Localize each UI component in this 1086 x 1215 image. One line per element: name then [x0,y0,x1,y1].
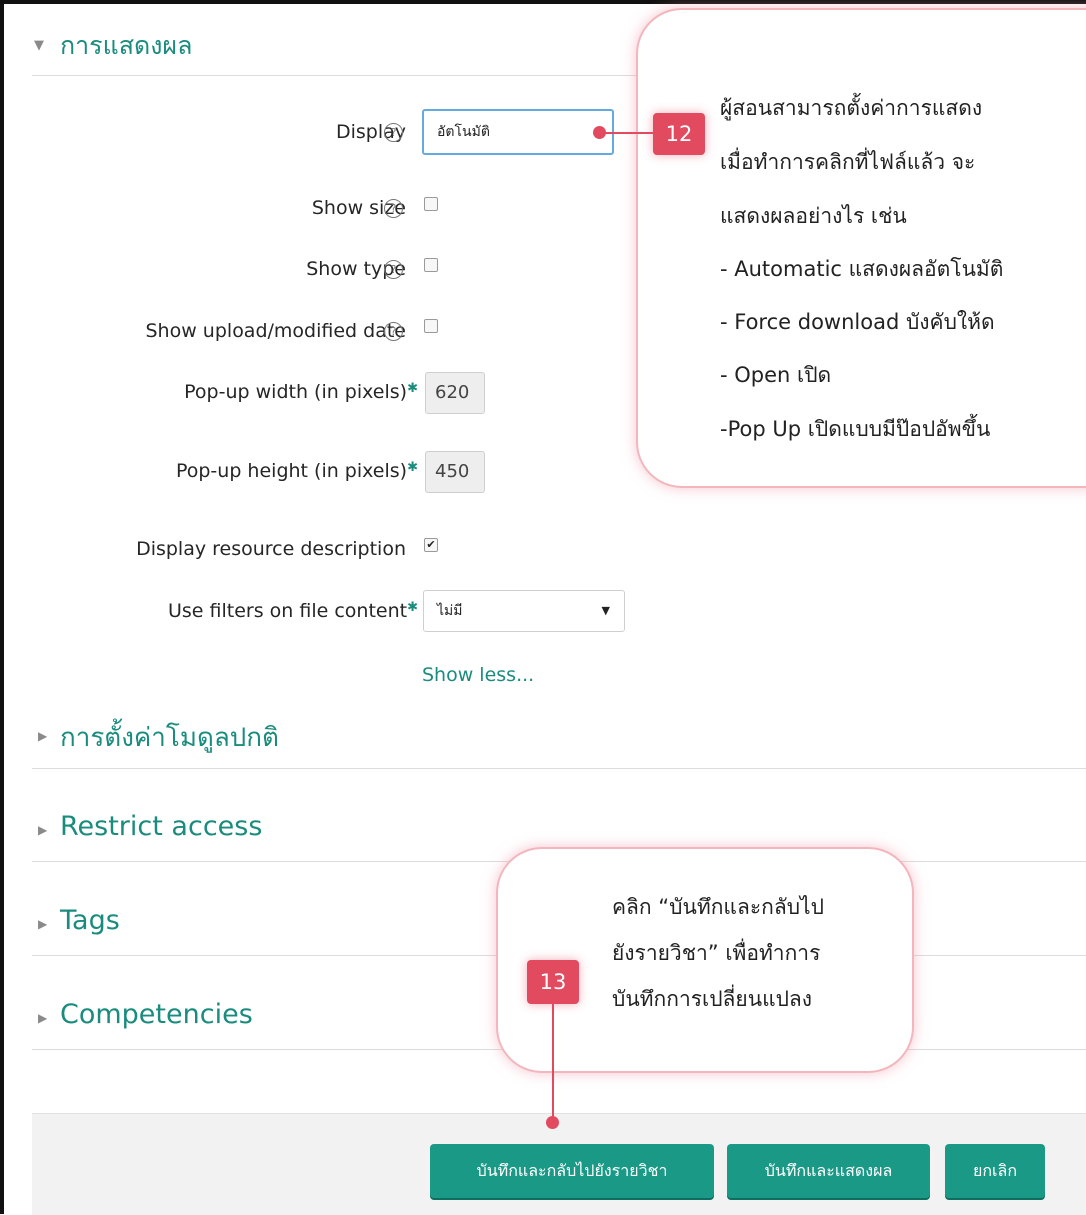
step-badge-12: 12 [653,113,705,155]
cancel-button[interactable]: ยกเลิก [945,1144,1045,1198]
pointer-dot [593,126,606,139]
connector-line [600,132,655,134]
callout-text: ผู้สอนสามารถตั้งค่าการแสดง [720,96,983,120]
pointer-dot [546,1116,559,1129]
section-title-appearance[interactable]: การแสดงผล [60,26,192,66]
callout-text: เมื่อทำการคลิกที่ไฟล์แล้ว จะ [720,150,976,174]
filters-value: ไม่มี [437,603,463,619]
callout-text: แสดงผลอย่างไร เช่น [720,204,907,228]
triangle-right-icon[interactable]: ▶ [38,729,47,743]
show-less-link[interactable]: Show less... [422,664,534,686]
required-icon: ✱ [407,460,418,475]
section-title-restrict-access[interactable]: Restrict access [60,811,262,842]
callout-text: - Force download บังคับให้ด [720,310,995,334]
show-date-checkbox[interactable] [424,319,438,333]
filters-select[interactable]: ไม่มี ▼ [423,590,625,632]
popup-height-input[interactable]: 450 [425,451,485,493]
help-icon[interactable]: ? [384,322,403,341]
display-value: อัตโนมัติ [437,124,490,140]
help-icon[interactable]: ? [384,260,403,279]
section-title-general[interactable]: การตั้งค่าโมดูลปกติ [60,717,279,758]
divider [32,768,1086,769]
step-badge-13: 13 [527,960,579,1004]
callout-12: ผู้สอนสามารถตั้งค่าการแสดง เมื่อทำการคลิ… [636,8,1086,488]
callout-text: -Pop Up เปิดแบบมีป๊อปอัพขึ้น [720,417,991,441]
show-date-label: Show upload/modified date [145,320,407,342]
connector-line [552,1000,554,1123]
required-icon: ✱ [407,600,418,615]
section-title-tags[interactable]: Tags [60,905,120,936]
caret-down-icon: ▼ [601,604,610,617]
filters-label: Use filters on file content✱ [167,600,418,622]
resource-description-label: Display resource description [136,538,406,560]
popup-height-label: Pop-up height (in pixels)✱ [175,460,418,482]
show-type-checkbox[interactable] [424,258,438,272]
triangle-right-icon[interactable]: ▶ [38,917,47,931]
popup-width-input[interactable]: 620 [425,372,485,414]
resource-description-checkbox[interactable]: ✔ [424,538,438,552]
triangle-down-icon[interactable]: ▼ [34,38,44,53]
callout-text: - Automatic แสดงผลอัตโนมัติ [720,257,1004,281]
callout-text: บันทึกการเปลี่ยนแปลง [612,987,813,1011]
help-icon[interactable]: ? [384,123,403,142]
callout-text: - Open เปิด [720,363,832,387]
callout-text: คลิก “บันทึกและกลับไป [612,895,824,919]
section-title-competencies[interactable]: Competencies [60,999,253,1030]
show-size-checkbox[interactable] [424,197,438,211]
save-and-display-button[interactable]: บันทึกและแสดงผล [727,1144,930,1198]
display-select[interactable]: อัตโนมัติ [422,109,614,155]
help-icon[interactable]: ? [384,199,403,218]
triangle-right-icon[interactable]: ▶ [38,1011,47,1025]
callout-text: ยังรายวิชา” เพื่อทำการ [612,941,821,965]
popup-width-label: Pop-up width (in pixels)✱ [184,381,418,403]
triangle-right-icon[interactable]: ▶ [38,823,47,837]
required-icon: ✱ [407,381,418,396]
save-and-return-button[interactable]: บันทึกและกลับไปยังรายวิชา [430,1144,714,1198]
